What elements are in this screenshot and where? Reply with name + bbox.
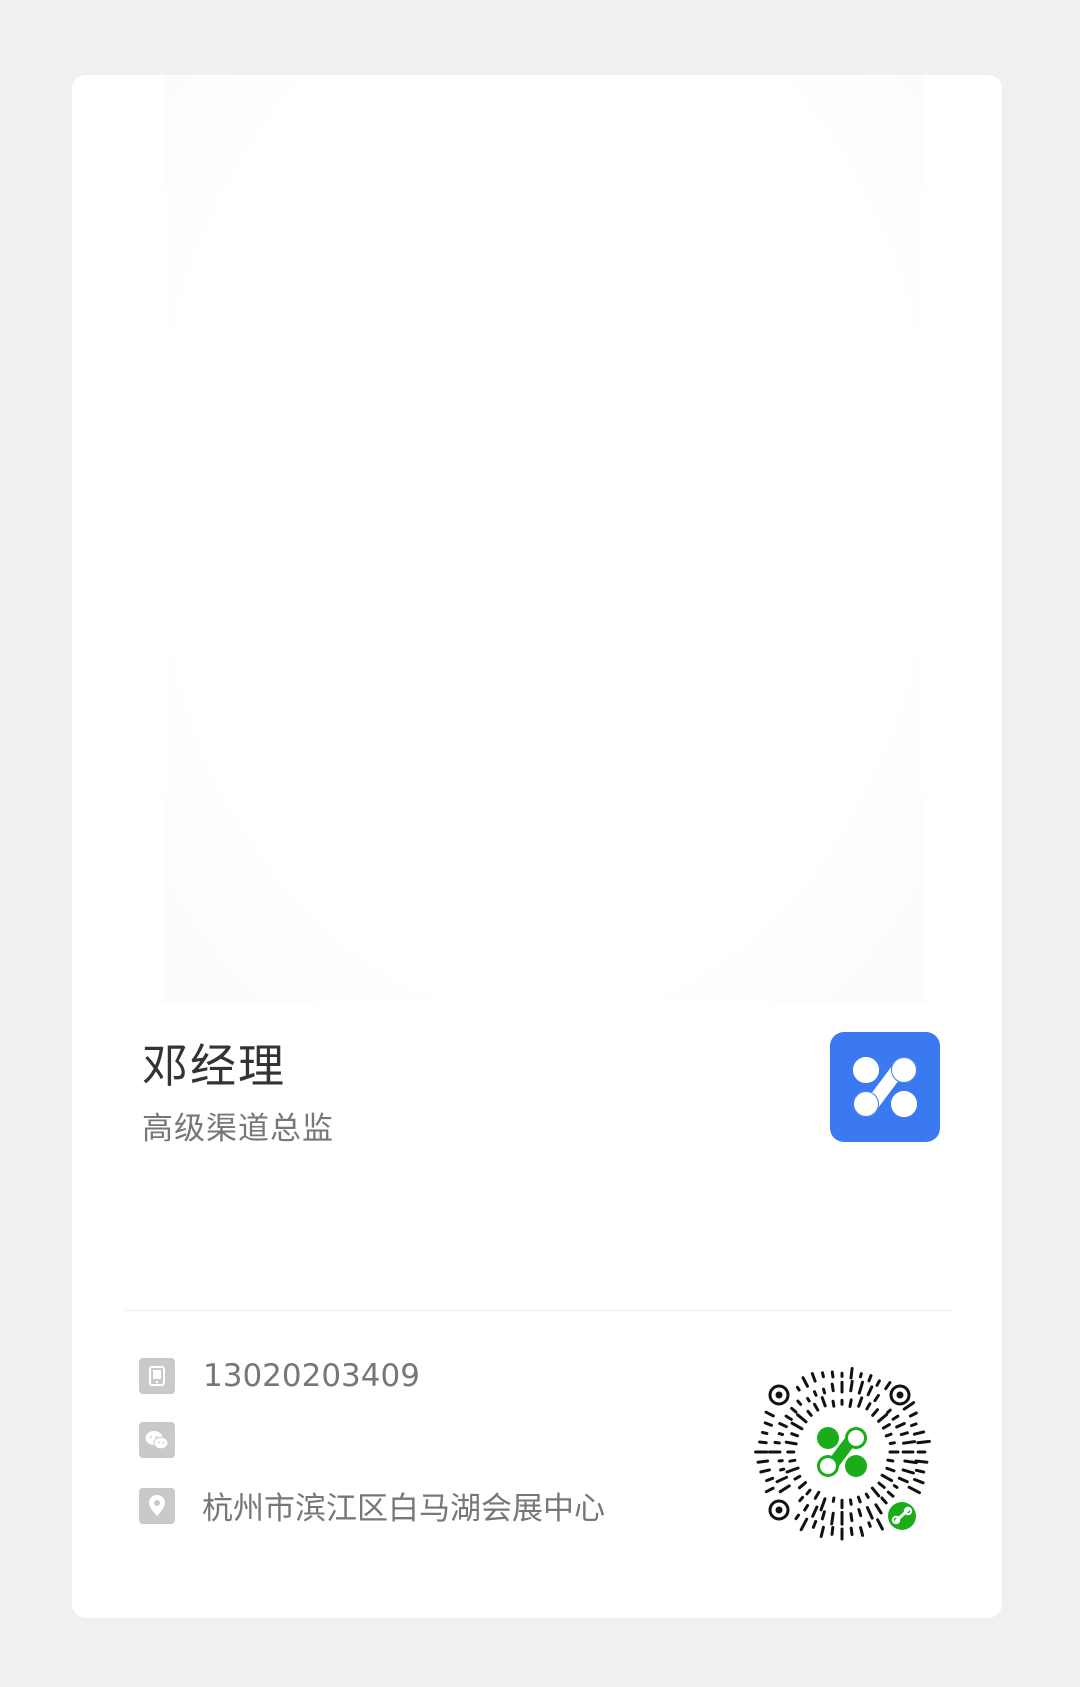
mini-program-icon (885, 1499, 919, 1533)
app-logo-icon (830, 1032, 940, 1142)
wechat-row[interactable] (139, 1422, 206, 1458)
contact-name: 邓经理 (142, 1039, 286, 1093)
phone-number[interactable]: 13020203409 (203, 1358, 420, 1394)
qr-center-logo (804, 1414, 880, 1490)
divider (124, 1310, 954, 1311)
location-pin-icon (139, 1487, 175, 1524)
profile-photo (164, 75, 924, 1003)
phone-row[interactable]: 13020203409 (139, 1358, 420, 1394)
wechat-icon (139, 1422, 175, 1458)
address-text[interactable]: 杭州市滨江区白马湖会展中心 (202, 1483, 605, 1528)
phone-icon (139, 1358, 175, 1394)
contact-title: 高级渠道总监 (142, 1111, 334, 1147)
business-card: 邓经理 高级渠道总监 13020203409 杭州市滨江区白马湖会展中心 (72, 75, 1002, 1618)
address-row[interactable]: 杭州市滨江区白马湖会展中心 (139, 1483, 605, 1528)
mini-program-qr-code[interactable] (750, 1360, 935, 1545)
